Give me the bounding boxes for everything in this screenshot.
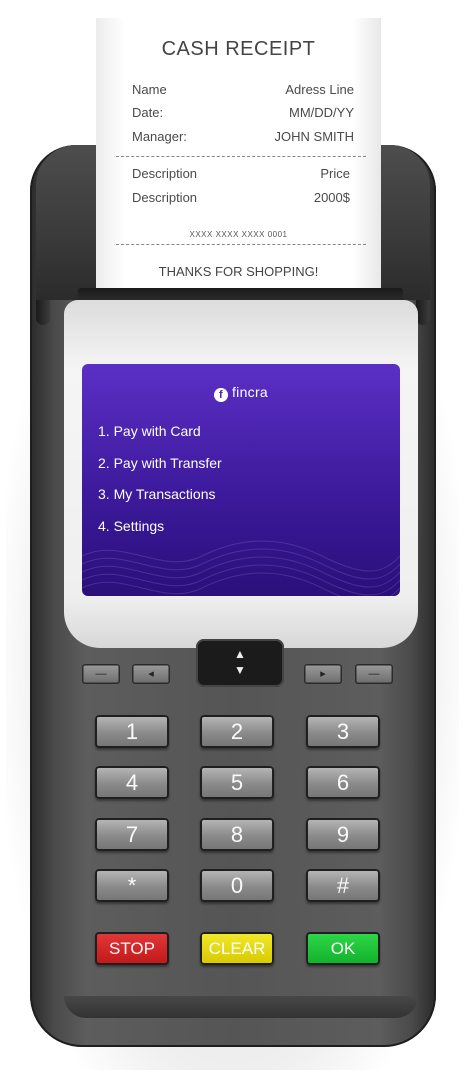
receipt-card-number: XXXX XXXX XXXX 0001: [189, 230, 288, 239]
menu-item-transactions[interactable]: 3. My Transactions: [98, 486, 216, 502]
menu-item-pay-transfer[interactable]: 2. Pay with Transfer: [98, 455, 222, 471]
receipt-value: Adress Line: [285, 82, 354, 97]
key-0[interactable]: 0: [200, 869, 274, 902]
receipt-divider: [116, 156, 366, 157]
nav-up-down-button[interactable]: ▲ ▼: [196, 639, 284, 687]
receipt-title: CASH RECEIPT: [161, 38, 316, 60]
up-arrow-icon: ▲: [234, 647, 246, 661]
key-hash[interactable]: #: [306, 869, 380, 902]
receipt-item-label: Description: [132, 166, 198, 181]
brand-logo: f fincra: [82, 384, 400, 402]
receipt-value: JOHN SMITH: [274, 129, 354, 144]
key-6[interactable]: 6: [306, 766, 380, 799]
receipt-value: MM/DD/YY: [289, 105, 354, 120]
key-2[interactable]: 2: [200, 715, 274, 748]
display-screen: f fincra 1. Pay with Card 2. Pay with Tra…: [82, 364, 400, 596]
receipt-thanks: THANKS FOR SHOPPING!: [158, 264, 319, 279]
receipt-item-value: Price: [320, 166, 350, 181]
receipt-divider: [116, 244, 366, 245]
receipt-item-value: 2000$: [313, 190, 350, 205]
clear-button[interactable]: CLEAR: [200, 932, 274, 965]
key-4[interactable]: 4: [95, 766, 169, 799]
key-star[interactable]: *: [95, 869, 169, 902]
receipt-label: Name: [132, 82, 167, 97]
wave-decoration: [82, 540, 400, 596]
receipt-item-label: Description: [132, 190, 198, 205]
right-arrow-button[interactable]: ▸: [304, 664, 342, 684]
left-arrow-button[interactable]: ◂: [132, 664, 170, 684]
right-minus-button[interactable]: —: [355, 664, 393, 684]
key-5[interactable]: 5: [200, 766, 274, 799]
menu-item-pay-card[interactable]: 1. Pay with Card: [98, 423, 201, 439]
brand-name: fincra: [231, 384, 269, 400]
key-3[interactable]: 3: [306, 715, 380, 748]
ok-button[interactable]: OK: [306, 932, 380, 965]
key-8[interactable]: 8: [200, 818, 274, 851]
key-9[interactable]: 9: [306, 818, 380, 851]
receipt-label: Date:: [132, 105, 164, 120]
key-7[interactable]: 7: [95, 818, 169, 851]
stop-button[interactable]: STOP: [95, 932, 169, 965]
fincra-logo-icon: f: [213, 388, 228, 402]
receipt-label: Manager:: [132, 129, 187, 144]
key-1[interactable]: 1: [95, 715, 169, 748]
bottom-bezel: [64, 996, 418, 1018]
cash-receipt: CASH RECEIPT Name Adress Line Date: MM/D…: [96, 18, 381, 296]
down-arrow-icon: ▼: [234, 663, 246, 677]
left-minus-button[interactable]: —: [82, 664, 120, 684]
